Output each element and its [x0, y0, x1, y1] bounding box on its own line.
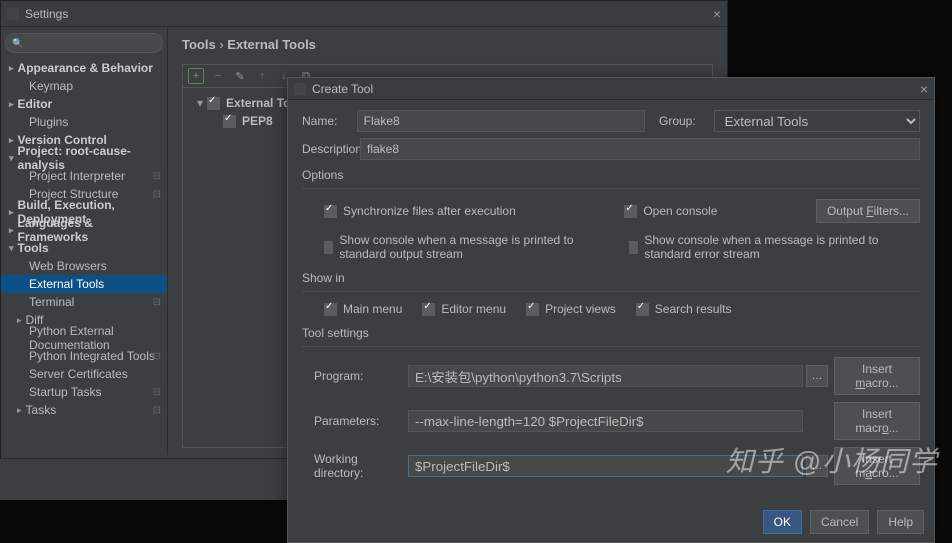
dialog-title: Create Tool	[312, 82, 920, 96]
main-menu-checkbox[interactable]: Main menu	[324, 302, 402, 316]
show-in-header: Show in	[302, 271, 920, 285]
sidebar-item-editor[interactable]: ▸Editor	[1, 95, 167, 113]
close-icon[interactable]: ×	[713, 6, 721, 22]
tool-settings-header: Tool settings	[302, 326, 920, 340]
workdir-macro-button[interactable]: Insert macro...	[834, 447, 920, 485]
sidebar-item-languages[interactable]: ▸Languages & Frameworks	[1, 221, 167, 239]
breadcrumb: Tools › External Tools	[182, 37, 713, 52]
output-filters-button[interactable]: Output Filters...	[816, 199, 920, 223]
editor-menu-checkbox[interactable]: Editor menu	[422, 302, 506, 316]
sidebar-item-py-int-tools[interactable]: Python Integrated Tools⊟	[1, 347, 167, 365]
up-icon[interactable]: ↑	[254, 68, 270, 84]
settings-titlebar: Settings ×	[1, 1, 727, 27]
sidebar-item-keymap[interactable]: Keymap	[1, 77, 167, 95]
dialog-ok-button[interactable]: OK	[763, 510, 802, 534]
workdir-browse-button[interactable]: …	[806, 455, 828, 477]
sidebar-item-external-tools[interactable]: External Tools	[1, 275, 167, 293]
remove-icon[interactable]: −	[210, 68, 226, 84]
project-views-checkbox[interactable]: Project views	[526, 302, 616, 316]
create-tool-dialog: Create Tool × Name: Group: External Tool…	[287, 77, 935, 543]
name-input[interactable]	[357, 110, 645, 132]
settings-title: Settings	[25, 7, 713, 21]
group-select[interactable]: External Tools	[714, 110, 920, 132]
dialog-close-icon[interactable]: ×	[920, 81, 928, 97]
sidebar-item-certs[interactable]: Server Certificates	[1, 365, 167, 383]
sidebar-item-tasks[interactable]: ▸Tasks⊟	[1, 401, 167, 419]
program-macro-button[interactable]: Insert macro...	[834, 357, 920, 395]
group-label: Group:	[659, 114, 714, 128]
sidebar-item-web-browsers[interactable]: Web Browsers	[1, 257, 167, 275]
name-label: Name:	[302, 114, 357, 128]
sync-checkbox[interactable]: Synchronize files after execution	[324, 204, 516, 218]
sidebar-item-interpreter[interactable]: Project Interpreter⊟	[1, 167, 167, 185]
open-console-checkbox[interactable]: Open console	[624, 204, 717, 218]
show-stderr-checkbox[interactable]: Show console when a message is printed t…	[629, 233, 900, 261]
sidebar-item-appearance[interactable]: ▸Appearance & Behavior	[1, 59, 167, 77]
workdir-input[interactable]	[408, 455, 803, 477]
add-icon[interactable]: +	[188, 68, 204, 84]
sidebar-item-terminal[interactable]: Terminal⊟	[1, 293, 167, 311]
sidebar-item-plugins[interactable]: Plugins	[1, 113, 167, 131]
dialog-icon	[294, 83, 306, 95]
options-header: Options	[302, 168, 920, 182]
program-browse-button[interactable]: …	[806, 365, 828, 387]
search-input[interactable]	[5, 33, 163, 53]
params-label: Parameters:	[314, 414, 408, 428]
desc-label: Description:	[302, 142, 360, 156]
sidebar-item-tools[interactable]: ▾Tools	[1, 239, 167, 257]
dialog-help-button[interactable]: Help	[877, 510, 924, 534]
program-label: Program:	[314, 369, 408, 383]
show-stdout-checkbox[interactable]: Show console when a message is printed t…	[324, 233, 601, 261]
params-input[interactable]	[408, 410, 803, 432]
params-macro-button[interactable]: Insert macro...	[834, 402, 920, 440]
dialog-cancel-button[interactable]: Cancel	[810, 510, 869, 534]
app-icon	[7, 8, 19, 20]
settings-sidebar: ▸Appearance & Behavior Keymap ▸Editor Pl…	[1, 27, 168, 455]
sidebar-item-startup[interactable]: Startup Tasks⊟	[1, 383, 167, 401]
desc-input[interactable]	[360, 138, 920, 160]
sidebar-item-project[interactable]: ▾Project: root-cause-analysis	[1, 149, 167, 167]
sidebar-item-py-ext-doc[interactable]: Python External Documentation	[1, 329, 167, 347]
edit-icon[interactable]: ✎	[232, 68, 248, 84]
workdir-label: Working directory:	[314, 452, 408, 480]
program-input[interactable]	[408, 365, 803, 387]
search-results-checkbox[interactable]: Search results	[636, 302, 732, 316]
